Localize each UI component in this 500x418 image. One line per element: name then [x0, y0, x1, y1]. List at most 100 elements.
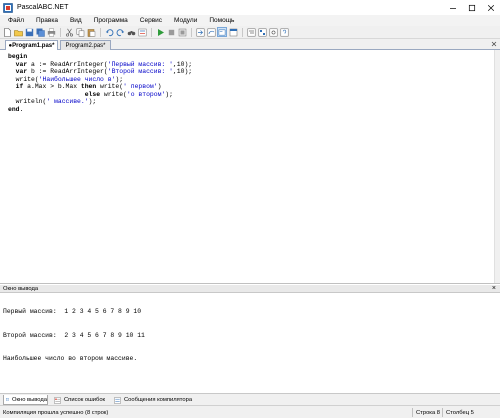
output-line: Наибольшее число во втором массиве.: [3, 354, 138, 362]
paste-icon: [87, 28, 95, 37]
stop-button[interactable]: [166, 27, 176, 37]
tab-error-list[interactable]: Список ошибок: [52, 395, 109, 405]
tab-label: Окно вывода: [11, 396, 47, 403]
code-keyword: var: [15, 60, 28, 68]
menu-service[interactable]: Сервис: [134, 17, 168, 24]
code-token: a := ReadArrInteger(: [27, 60, 108, 68]
cut-icon: [65, 28, 73, 37]
code-line: end.: [8, 106, 192, 114]
code-token: writeln(: [8, 98, 47, 105]
code-text[interactable]: begin var a := ReadArrInteger('Первый ма…: [8, 53, 192, 113]
menu-edit[interactable]: Правка: [30, 17, 64, 24]
tab-close-button[interactable]: [491, 39, 497, 49]
form-designer-button[interactable]: [228, 27, 238, 37]
maximize-icon: [468, 4, 475, 11]
status-column-number: Столбец 5: [446, 409, 474, 416]
code-string: 'Наибольшее число в': [38, 75, 116, 83]
code-keyword: begin: [8, 53, 28, 60]
format-code-icon: [247, 28, 255, 36]
code-token: write(: [8, 75, 39, 83]
open-file-button[interactable]: [13, 27, 23, 37]
templates-icon: [258, 28, 266, 36]
tab-compiler-messages[interactable]: Сообщения компилятора: [112, 395, 196, 405]
code-line: begin: [8, 53, 192, 61]
code-token: ): [157, 83, 162, 90]
output-panel[interactable]: Первый массив: 1 2 3 4 5 6 7 8 9 10 Втор…: [0, 293, 500, 393]
tab-output-window[interactable]: Окно вывода: [3, 395, 48, 405]
tab-program2[interactable]: Program2.pas*: [60, 40, 111, 50]
status-bar: Компиляция прошла успешно (8 строк) Стро…: [0, 405, 500, 418]
minimize-button[interactable]: [443, 0, 462, 15]
format-code-button[interactable]: [246, 27, 256, 37]
print-button[interactable]: [46, 27, 56, 37]
menu-view[interactable]: Вид: [64, 17, 88, 24]
replace-button[interactable]: [137, 27, 147, 37]
menu-bar: Файл Правка Вид Программа Сервис Модули …: [0, 15, 500, 26]
status-divider: [442, 408, 443, 417]
close-icon: [487, 4, 494, 11]
toolbar-separator: [60, 27, 61, 37]
cut-button[interactable]: [64, 27, 74, 37]
code-token: );: [88, 98, 97, 105]
new-file-button[interactable]: [2, 27, 12, 37]
redo-icon: [116, 28, 124, 36]
step-over-button[interactable]: [206, 27, 216, 37]
undo-button[interactable]: [104, 27, 114, 37]
save-all-icon: [36, 28, 45, 37]
code-string: 'о втором': [126, 90, 166, 98]
code-line: else write('о втором');: [8, 91, 192, 99]
code-token: write(: [100, 90, 127, 98]
find-button[interactable]: [126, 27, 136, 37]
menu-program[interactable]: Программа: [88, 17, 134, 24]
output-window-icon: [6, 398, 9, 401]
code-token: b := ReadArrInteger(: [27, 68, 108, 75]
output-line: Второй массив: 2 3 4 5 6 7 8 9 10 11: [3, 331, 145, 339]
compiler-messages-icon: [114, 396, 121, 404]
code-token: ,10);: [172, 60, 193, 68]
save-all-button[interactable]: [35, 27, 45, 37]
status-line-number: Строка 8: [416, 409, 441, 416]
paste-button[interactable]: [86, 27, 96, 37]
menu-help[interactable]: Помощь: [203, 17, 240, 24]
print-icon: [47, 28, 55, 36]
compile-button[interactable]: [177, 27, 187, 37]
code-token: .: [19, 105, 24, 113]
code-keyword: var: [15, 68, 28, 75]
templates-button[interactable]: [257, 27, 267, 37]
code-token: );: [115, 75, 124, 83]
binoculars-icon: [127, 30, 135, 35]
code-line: write('Наибольшее число в');: [8, 76, 192, 84]
close-button[interactable]: [481, 0, 500, 15]
copy-icon: [76, 28, 84, 37]
form-icon: [229, 28, 237, 36]
help-button[interactable]: [279, 27, 289, 37]
menu-modules[interactable]: Модули: [168, 17, 203, 24]
code-token: ,10);: [172, 68, 193, 75]
code-string: ' первом': [123, 83, 158, 90]
run-button[interactable]: [155, 27, 165, 37]
step-over-icon: [207, 28, 215, 36]
output-panel-title: Окно вывода: [3, 285, 39, 292]
save-button[interactable]: [24, 27, 34, 37]
output-panel-close-button[interactable]: ×: [492, 285, 496, 293]
window-title: PascalABC.NET: [17, 4, 69, 11]
options-button[interactable]: [268, 27, 278, 37]
code-line: writeln(' массиве.');: [8, 98, 192, 106]
code-token: write(: [96, 83, 124, 90]
options-icon: [269, 28, 277, 36]
output-window-button[interactable]: [217, 27, 227, 37]
compile-icon: [178, 28, 186, 36]
tab-label: Program2.pas*: [65, 42, 106, 49]
code-token: );: [165, 90, 173, 98]
copy-button[interactable]: [75, 27, 85, 37]
menu-file[interactable]: Файл: [2, 17, 30, 24]
step-into-button[interactable]: [195, 27, 205, 37]
code-editor[interactable]: begin var a := ReadArrInteger('Первый ма…: [0, 50, 500, 284]
maximize-button[interactable]: [462, 0, 481, 15]
redo-button[interactable]: [115, 27, 125, 37]
editor-scrollbar[interactable]: [494, 50, 500, 283]
minimize-icon: [449, 7, 456, 9]
toolbar-separator: [100, 27, 101, 37]
